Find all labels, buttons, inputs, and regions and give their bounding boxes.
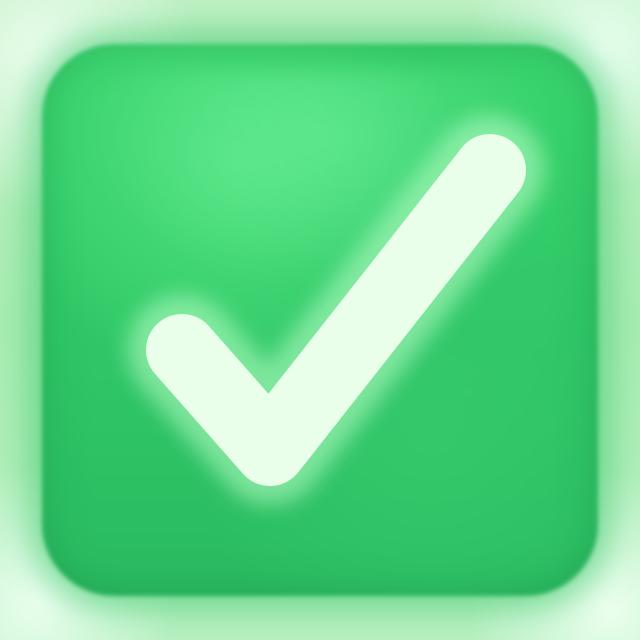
icon-canvas: [0, 0, 640, 640]
checkmark-icon: [127, 115, 545, 505]
